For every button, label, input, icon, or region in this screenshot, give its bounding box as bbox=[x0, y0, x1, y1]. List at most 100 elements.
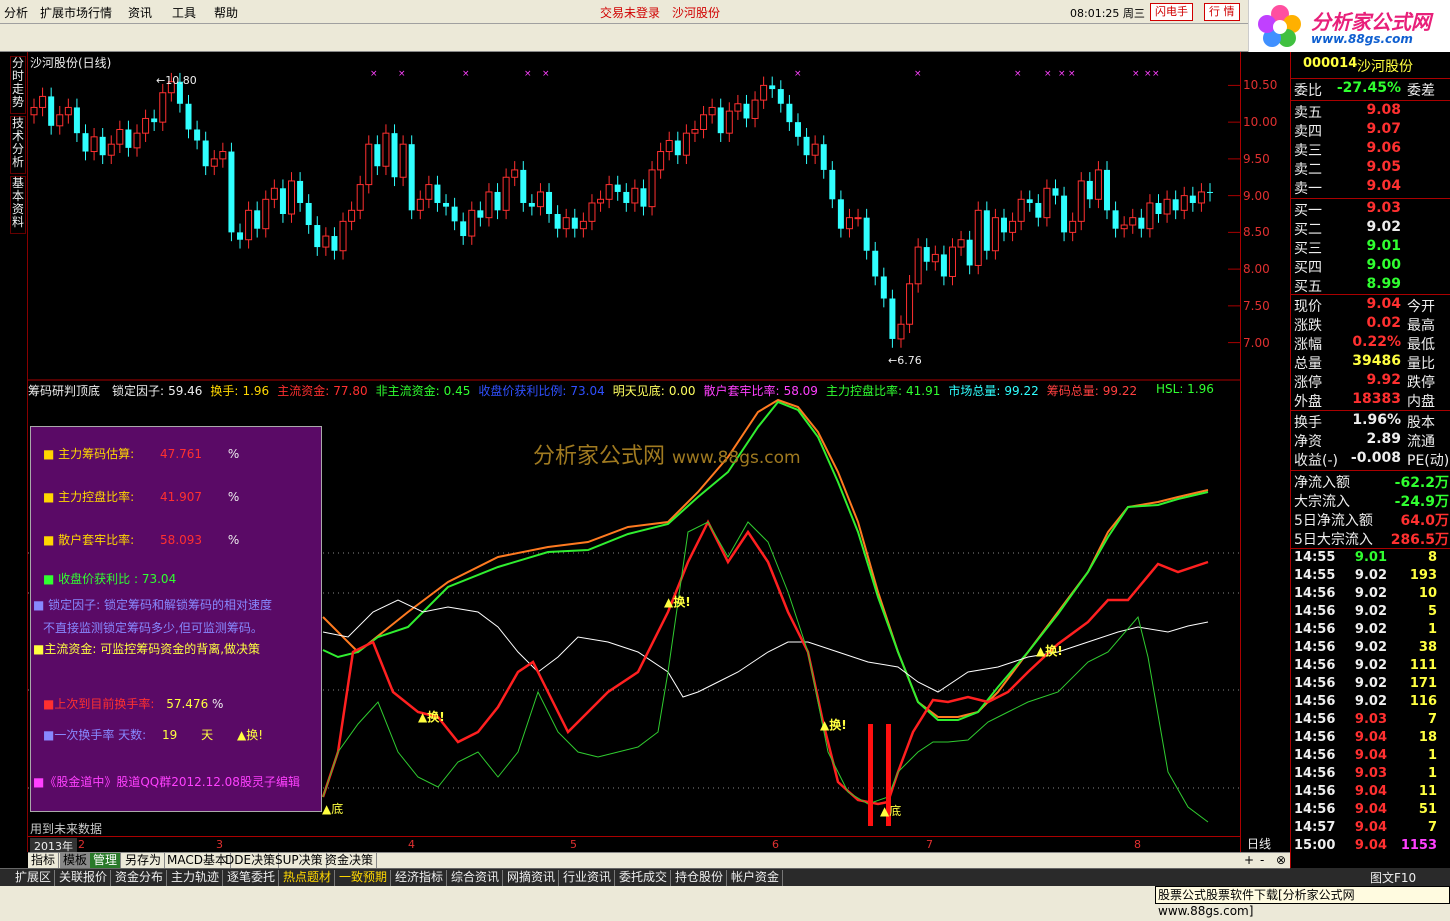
candle-body bbox=[262, 198, 270, 230]
tab-intraday[interactable]: 分时走势 bbox=[10, 56, 26, 114]
sell-level-2: 卖二 9.05 bbox=[1294, 159, 1401, 178]
tab-technical[interactable]: 技术分析 bbox=[10, 116, 26, 174]
stat-row: 涨停 9.92 跌停 bbox=[1294, 372, 1435, 391]
candle-body bbox=[159, 92, 167, 123]
candle-body bbox=[1103, 169, 1110, 211]
candle-body bbox=[1146, 202, 1154, 230]
tab-funds[interactable]: 资金决策 bbox=[322, 853, 378, 869]
candle-body bbox=[769, 85, 776, 90]
tab-dde[interactable]: DDE决策 bbox=[222, 853, 280, 869]
stock-name-top: 沙河股份 bbox=[672, 6, 721, 20]
candle-body bbox=[219, 151, 227, 160]
info-line-profit: ■ 收盘价获利比 : 73.04 bbox=[43, 572, 177, 586]
flow-row: 大宗流入 -24.9万 bbox=[1294, 494, 1449, 510]
candle-body bbox=[228, 151, 235, 233]
candle-body bbox=[1163, 198, 1171, 215]
tab-manage[interactable]: 管理 bbox=[90, 853, 122, 869]
ext-tab-9[interactable]: 网摘资讯 bbox=[504, 870, 560, 886]
tab-indicator[interactable]: 指标 bbox=[28, 853, 60, 869]
candle-body bbox=[614, 184, 621, 192]
candle-body bbox=[460, 221, 467, 237]
buy-level-1: 买一 9.03 bbox=[1294, 200, 1401, 219]
ext-tab-12[interactable]: 持仓股份 bbox=[672, 870, 728, 886]
candle-body bbox=[1180, 195, 1188, 211]
tab-template[interactable]: 模板 bbox=[60, 853, 92, 869]
candle-body bbox=[322, 235, 330, 248]
x-tick: 3 bbox=[216, 838, 223, 851]
f10-tab[interactable]: 图文F10 bbox=[1370, 869, 1416, 886]
toolbar-strip bbox=[0, 24, 1248, 52]
signal-marker: × bbox=[1058, 69, 1066, 79]
candle-body bbox=[56, 114, 64, 127]
stat-row: 涨跌 0.02 最高 bbox=[1294, 315, 1435, 334]
candle-body bbox=[1035, 202, 1042, 218]
tick-row: 14:55 9.02 193 bbox=[1294, 568, 1437, 583]
menu-analysis[interactable]: 分析 bbox=[4, 4, 28, 21]
zoom-out-button[interactable]: - bbox=[1260, 853, 1264, 867]
tick-row: 14:56 9.04 1 bbox=[1294, 748, 1437, 763]
tab-sup[interactable]: SUP决策 bbox=[272, 853, 327, 869]
tab-macd[interactable]: MACD基本 bbox=[164, 853, 231, 869]
zoom-in-button[interactable]: + bbox=[1244, 853, 1254, 867]
candle-body bbox=[682, 132, 690, 156]
ext-tab-5[interactable]: 热点题材 bbox=[280, 870, 336, 886]
ext-tab-4[interactable]: 逐笔委托 bbox=[224, 870, 280, 886]
ext-tab-3[interactable]: 主力轨迹 bbox=[168, 870, 224, 886]
status-bar: 笔 价 细 盘 势 指 股票公式股票软件下载[分析家公式网www.88gs.co… bbox=[0, 886, 1450, 921]
flow-row: 5日大宗流入 286.5万 bbox=[1294, 532, 1449, 548]
candle-body bbox=[1197, 191, 1205, 204]
candle-body bbox=[194, 129, 201, 141]
tick-row: 14:56 9.02 116 bbox=[1294, 694, 1437, 709]
ext-tab-7[interactable]: 经济指标 bbox=[392, 870, 448, 886]
signal-marker: × bbox=[1152, 69, 1160, 79]
candle-body bbox=[940, 254, 947, 277]
high-price-label: ←10.80 bbox=[156, 74, 197, 87]
ext-tab-6[interactable]: 一致预期 bbox=[336, 870, 392, 886]
buy-level-4: 买四 9.00 bbox=[1294, 257, 1401, 276]
ext-tab-13[interactable]: 帐户资金 bbox=[728, 870, 784, 886]
ext-tab-0[interactable]: 扩展区 bbox=[12, 870, 56, 886]
y-tick: 10.00 bbox=[1243, 115, 1278, 130]
signal-marker: × bbox=[542, 69, 550, 79]
menu-ext-market[interactable]: 扩展市场行情 bbox=[40, 4, 112, 21]
indicator-param-0: 筹码研判顶底 bbox=[28, 384, 101, 398]
candle-body bbox=[1026, 199, 1033, 203]
tick-row: 14:56 9.02 1 bbox=[1294, 622, 1437, 637]
ext-tab-2[interactable]: 资金分布 bbox=[112, 870, 168, 886]
candle-body bbox=[48, 96, 55, 126]
period-label[interactable]: 日线 bbox=[1247, 835, 1271, 852]
flash-trade-button[interactable]: 闪电手 bbox=[1150, 3, 1193, 21]
candle-body bbox=[708, 106, 716, 116]
candle-body bbox=[1112, 210, 1119, 229]
candle-body bbox=[691, 128, 699, 134]
buy-level-5: 买五 8.99 bbox=[1294, 276, 1401, 295]
candle-body bbox=[640, 188, 647, 207]
ext-tab-11[interactable]: 委托成交 bbox=[616, 870, 672, 886]
signal-marker: × bbox=[462, 69, 470, 79]
info-line-retail-ratio: ■ 散户套牢比率: 58.093 % bbox=[43, 533, 240, 547]
menu-tools[interactable]: 工具 bbox=[172, 4, 196, 21]
quote-button[interactable]: 行 情 bbox=[1204, 3, 1240, 21]
candle-body bbox=[725, 110, 733, 134]
stat-row: 涨幅 0.22% 最低 bbox=[1294, 334, 1435, 353]
y-tick: 8.00 bbox=[1243, 262, 1270, 277]
ext-tab-10[interactable]: 行业资讯 bbox=[560, 870, 616, 886]
menu-help[interactable]: 帮助 bbox=[214, 4, 238, 21]
tab-save-as[interactable]: 另存为 bbox=[122, 853, 166, 869]
info-line-days: ■一次换手率 天数: 19 天 ▲换! bbox=[43, 728, 264, 742]
candle-body bbox=[974, 209, 982, 266]
trade-status[interactable]: 交易未登录 bbox=[600, 4, 660, 21]
chart-area[interactable]: × × × × × × × × × × × × × × 沙河股份(日线) ←10.80 ←6.76 筹码研… bbox=[28, 52, 1240, 852]
candle-body bbox=[623, 191, 630, 203]
ext-tab-1[interactable]: 关联报价 bbox=[56, 870, 112, 886]
stat-row: 现价 9.04 今开 bbox=[1294, 296, 1435, 315]
signal-marker: × bbox=[1014, 69, 1022, 79]
menu-news[interactable]: 资讯 bbox=[128, 4, 152, 21]
candle-body bbox=[528, 202, 535, 207]
side-tabs: 分时走势 技术分析 基本资料 bbox=[0, 52, 28, 852]
ext-tab-8[interactable]: 综合资讯 bbox=[448, 870, 504, 886]
reset-icon[interactable]: ⊗ bbox=[1276, 853, 1286, 867]
tab-fundamentals[interactable]: 基本资料 bbox=[10, 176, 26, 234]
indicator-param-8: 主力控盘比率: 41.91 bbox=[825, 384, 941, 398]
candle-body bbox=[1086, 180, 1093, 200]
